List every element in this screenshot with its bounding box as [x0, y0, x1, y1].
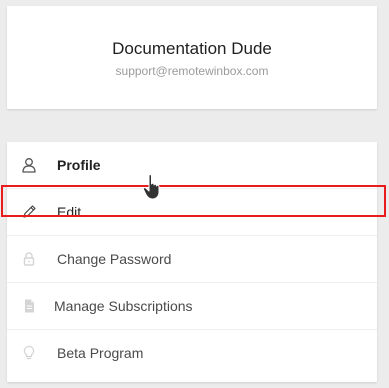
user-email: support@remotewinbox.com: [115, 64, 269, 78]
menu-item-label: Beta Program: [57, 345, 144, 361]
user-name: Documentation Dude: [112, 39, 272, 58]
menu-item-beta-program[interactable]: Beta Program: [7, 330, 377, 377]
menu-item-profile[interactable]: Profile: [7, 142, 377, 189]
menu-item-edit[interactable]: Edit: [7, 189, 377, 236]
menu-item-label: Edit: [57, 204, 82, 220]
menu-item-label: Profile: [57, 157, 101, 173]
pencil-icon: [21, 204, 37, 220]
menu-item-label: Manage Subscriptions: [54, 298, 193, 314]
user-icon: [21, 157, 37, 173]
lock-icon: [21, 251, 37, 267]
hand-cursor-icon: [141, 173, 167, 201]
menu-item-manage-subscriptions[interactable]: Manage Subscriptions: [7, 283, 377, 330]
document-icon: [21, 298, 37, 314]
menu-item-label: Change Password: [57, 251, 172, 267]
lightbulb-icon: [21, 345, 37, 361]
menu-item-change-password[interactable]: Change Password: [7, 236, 377, 283]
profile-card: Documentation Dude support@remotewinbox.…: [7, 6, 377, 109]
settings-menu: Profile Edit Change Password Manage Subs…: [7, 142, 377, 382]
